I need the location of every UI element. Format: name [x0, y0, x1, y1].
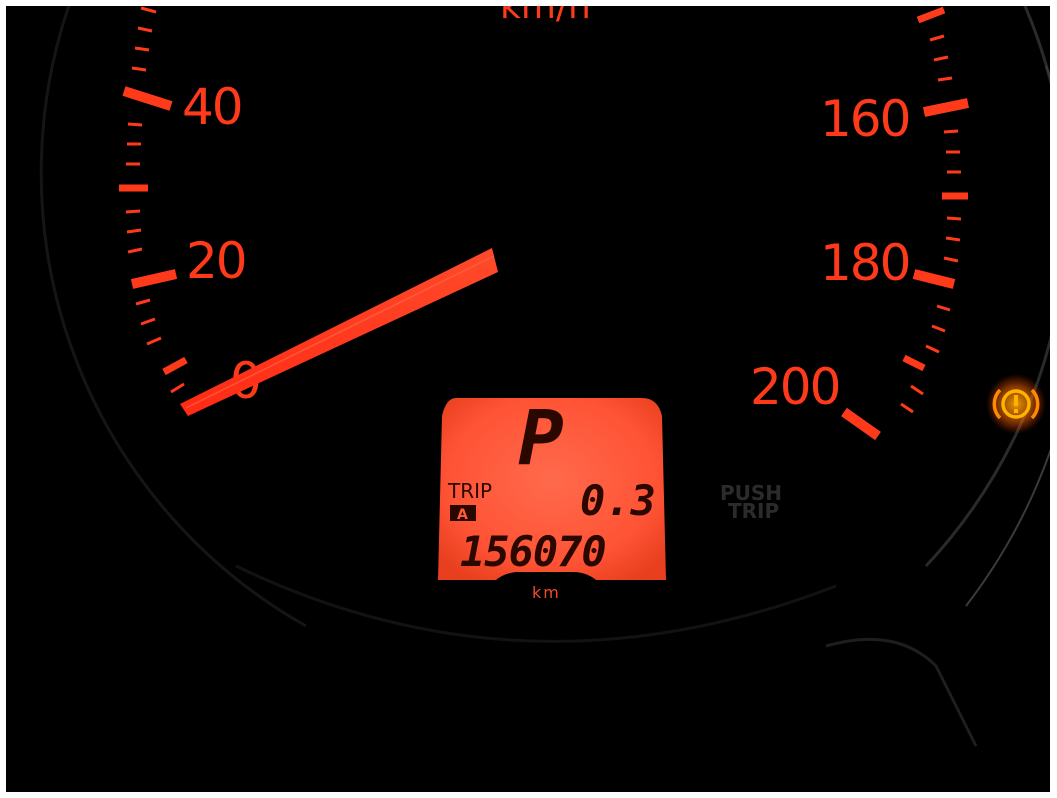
odometer-value: 156070 [460, 527, 606, 576]
trip-label: TRIP [447, 479, 492, 503]
speedometer-photo: 40 20 0 160 180 200 km/h P TRIP A 0.3 15… [39, 6, 1050, 747]
left-tick-marks [119, 6, 188, 394]
lcd-display: P TRIP A 0.3 156070 [438, 393, 666, 580]
scale-label-160: 160 [820, 90, 909, 148]
trip-id-text: A [457, 507, 468, 523]
speed-unit-label: km/h [500, 6, 591, 27]
push-trip-button[interactable]: PUSH TRIP [720, 481, 782, 523]
scale-label-200: 200 [750, 358, 839, 416]
odometer-unit: km [532, 583, 561, 602]
scale-label-180: 180 [820, 234, 909, 292]
scale-label-20: 20 [186, 232, 246, 290]
odometer-unit-tab: km [486, 572, 606, 602]
right-tick-marks [841, 6, 970, 441]
brake-warning-icon [986, 374, 1046, 434]
trip-value: 0.3 [580, 476, 656, 525]
gear-indicator: P [518, 393, 564, 482]
scale-label-40: 40 [182, 78, 242, 136]
push-trip-label: TRIP [728, 499, 779, 523]
photo-frame: 40 20 0 160 180 200 km/h P TRIP A 0.3 15… [6, 6, 1050, 792]
